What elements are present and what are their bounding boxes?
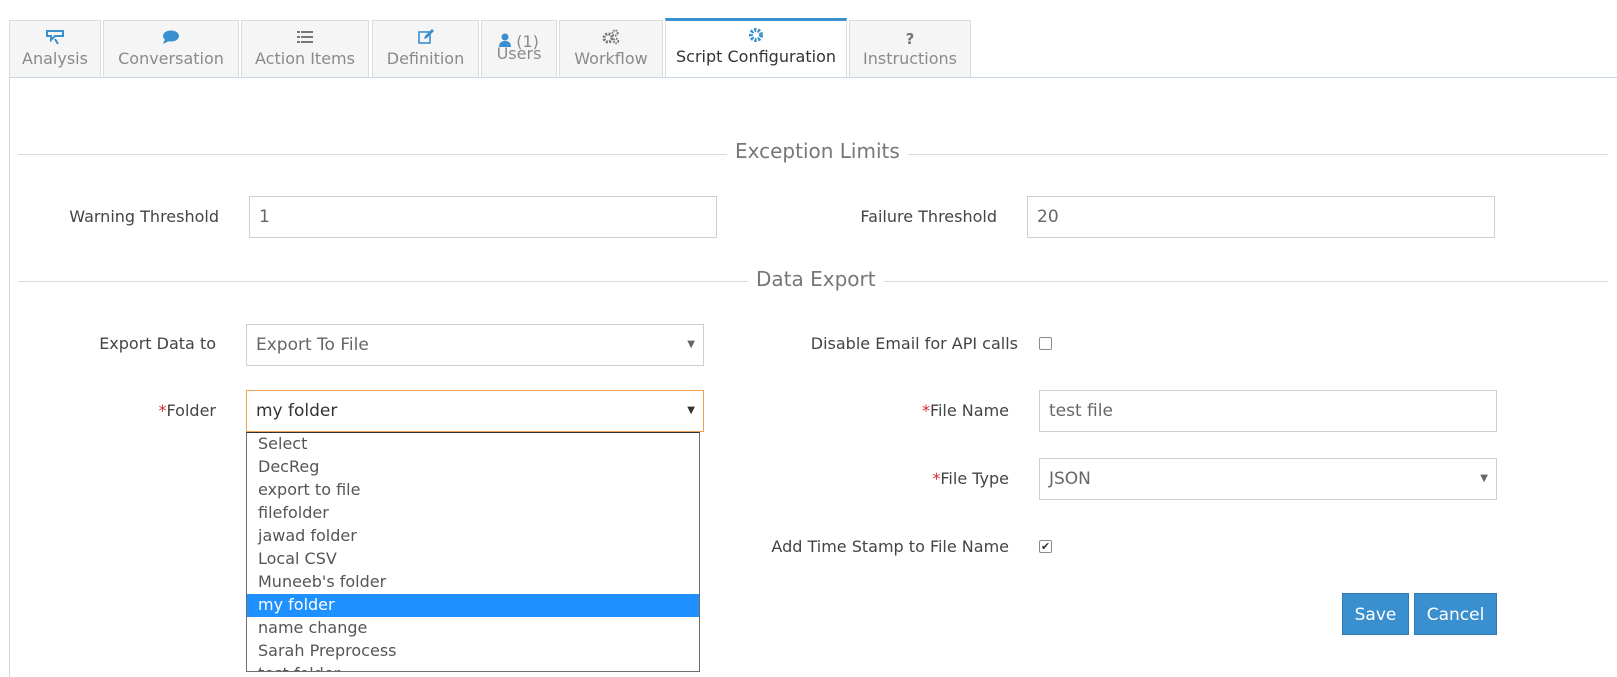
tab-analysis[interactable]: Analysis	[9, 20, 101, 78]
tab-label: Instructions	[863, 49, 957, 68]
tab-label: Conversation	[118, 49, 224, 68]
edit-icon	[373, 29, 478, 49]
chevron-down-icon: ▼	[687, 339, 695, 350]
folder-option[interactable]: Select	[247, 433, 699, 456]
tab-action-items[interactable]: Action Items	[241, 20, 369, 78]
tab-conversation[interactable]: Conversation	[103, 20, 239, 78]
export-data-to-value: Export To File	[256, 335, 369, 355]
check-icon: ✔	[1040, 540, 1051, 553]
tab-workflow[interactable]: Workflow	[559, 20, 663, 78]
chevron-down-icon: ▼	[687, 405, 695, 416]
disable-email-checkbox[interactable]	[1039, 337, 1052, 350]
folder-option[interactable]: Sarah Preprocess	[247, 640, 699, 663]
file-type-select[interactable]: JSON ▼	[1039, 458, 1497, 500]
timestamp-label: Add Time Stamp to File Name	[771, 537, 1009, 556]
tab-instructions[interactable]: ? Instructions	[849, 20, 971, 78]
folder-select[interactable]: my folder ▼	[246, 390, 704, 432]
cancel-button[interactable]: Cancel	[1414, 593, 1497, 635]
failure-threshold-label: Failure Threshold	[860, 207, 997, 226]
chevron-down-icon: ▼	[1480, 473, 1488, 484]
tab-label: Definition	[386, 49, 465, 68]
tab-definition[interactable]: Definition	[372, 20, 479, 78]
gears-icon	[560, 29, 662, 49]
section-title-exception-limits: Exception Limits	[727, 139, 908, 163]
file-name-input[interactable]: test file	[1039, 390, 1497, 432]
tab-label: Script Configuration	[676, 47, 836, 66]
file-type-label: *File Type	[932, 469, 1009, 488]
folder-option[interactable]: jawad folder	[247, 525, 699, 548]
failure-threshold-input[interactable]: 20	[1027, 196, 1495, 238]
folder-option[interactable]: DecReg	[247, 456, 699, 479]
folder-option[interactable]: test folder	[247, 663, 699, 671]
disable-email-label: Disable Email for API calls	[810, 334, 1018, 353]
tab-label: Analysis	[22, 49, 88, 68]
save-button[interactable]: Save	[1342, 593, 1409, 635]
warning-threshold-input[interactable]: 1	[249, 196, 717, 238]
folder-dropdown-list[interactable]: Select DecReg export to file filefolder …	[246, 432, 700, 672]
folder-option[interactable]: name change	[247, 617, 699, 640]
tab-label: Action Items	[255, 49, 355, 68]
folder-option[interactable]: Muneeb's folder	[247, 571, 699, 594]
tab-script-configuration[interactable]: Script Configuration	[665, 18, 847, 78]
section-title-data-export: Data Export	[748, 267, 884, 291]
folder-option[interactable]: filefolder	[247, 502, 699, 525]
folder-option[interactable]: export to file	[247, 479, 699, 502]
folder-value: my folder	[256, 401, 338, 421]
question-icon: ?	[905, 30, 915, 48]
file-type-value: JSON	[1049, 469, 1091, 489]
file-name-label: *File Name	[921, 401, 1009, 420]
folder-option[interactable]: Local CSV	[247, 548, 699, 571]
gear-icon	[666, 27, 846, 47]
comment-icon	[104, 29, 238, 49]
timestamp-checkbox[interactable]: ✔	[1039, 540, 1052, 553]
analysis-icon	[10, 29, 100, 49]
list-icon	[242, 29, 368, 49]
tab-label: Workflow	[574, 49, 648, 68]
tab-users[interactable]: (1) Users	[481, 20, 557, 78]
export-data-to-select[interactable]: Export To File ▼	[246, 324, 704, 366]
export-data-to-label: Export Data to	[99, 334, 216, 353]
folder-label: *Folder	[158, 401, 216, 420]
folder-option-selected[interactable]: my folder	[247, 594, 699, 617]
warning-threshold-label: Warning Threshold	[69, 207, 219, 226]
tab-label: Users	[496, 44, 542, 63]
